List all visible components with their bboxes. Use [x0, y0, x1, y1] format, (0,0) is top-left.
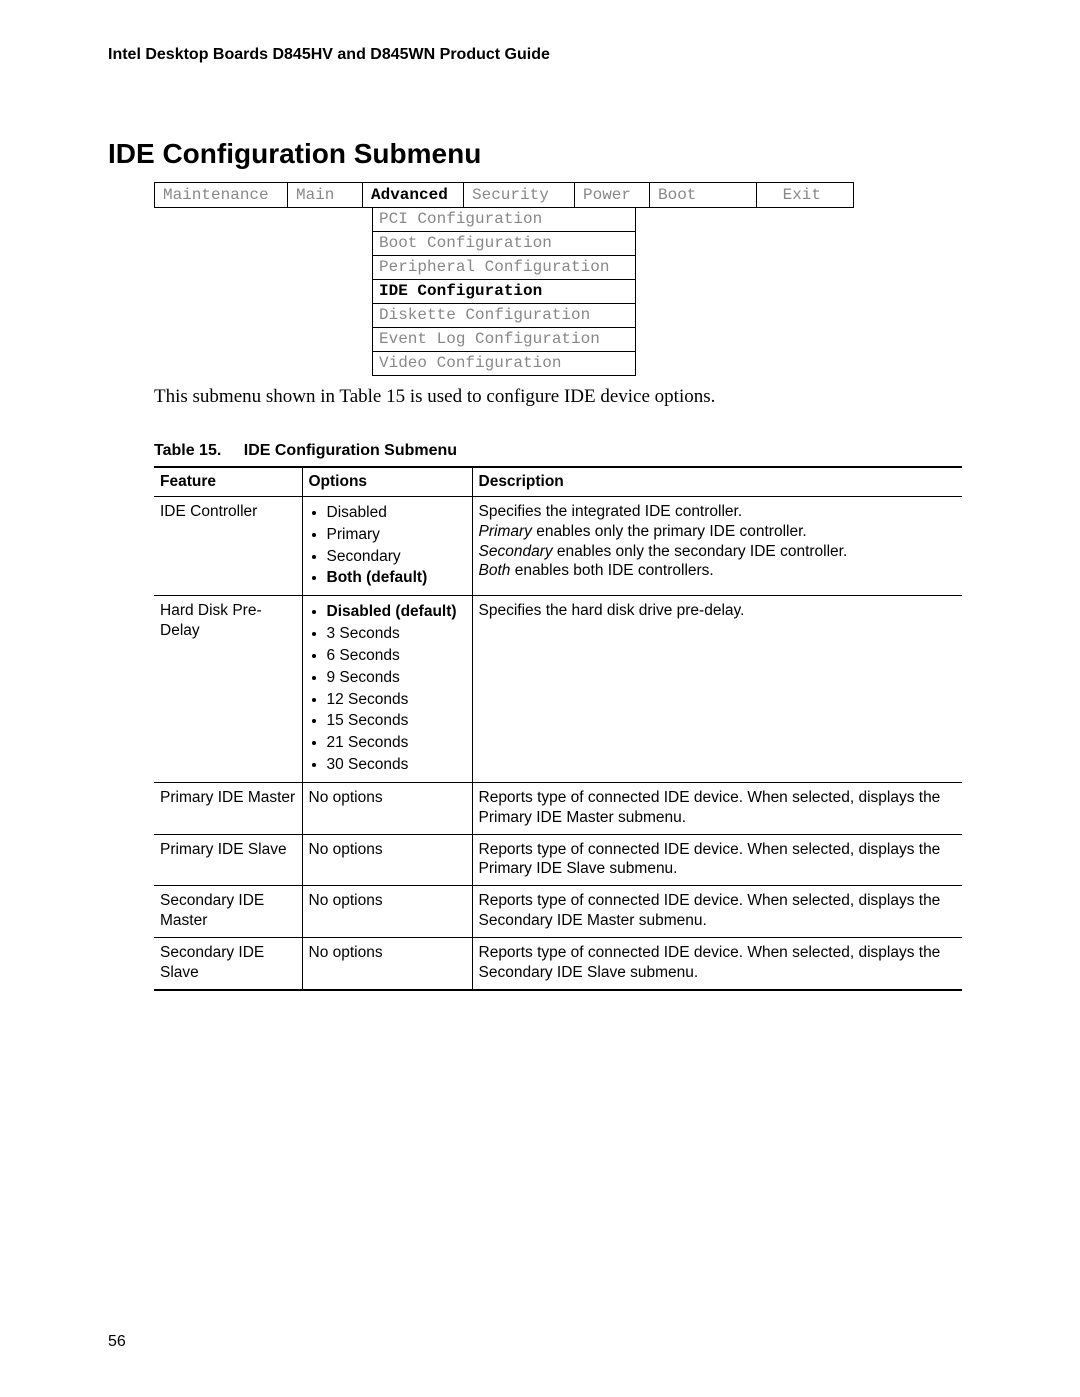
page-number: 56	[108, 1333, 126, 1351]
cell-feature: Hard Disk Pre-Delay	[154, 596, 302, 783]
opt-disabled: Disabled	[327, 502, 466, 524]
section-title: IDE Configuration Submenu	[108, 138, 972, 170]
opt-secondary: Secondary	[327, 546, 466, 568]
opt-primary: Primary	[327, 524, 466, 546]
bios-tab-main: Main	[288, 183, 363, 207]
opt-30s: 30 Seconds	[327, 754, 466, 776]
bios-sub-eventlog: Event Log Configuration	[373, 328, 635, 352]
config-table: Feature Options Description IDE Controll…	[154, 466, 962, 991]
bios-sub-ide: IDE Configuration	[373, 280, 635, 304]
cell-description: Reports type of connected IDE device. Wh…	[472, 937, 962, 989]
doc-header: Intel Desktop Boards D845HV and D845WN P…	[108, 46, 972, 64]
cell-description: Specifies the hard disk drive pre-delay.	[472, 596, 962, 783]
cell-options: No options	[302, 886, 472, 938]
row-primary-slave: Primary IDE Slave No options Reports typ…	[154, 834, 962, 886]
cell-description: Specifies the integrated IDE controller.…	[472, 497, 962, 596]
bios-submenu-list: PCI Configuration Boot Configuration Per…	[372, 208, 636, 376]
bios-tab-advanced: Advanced	[363, 183, 464, 207]
opt-21s: 21 Seconds	[327, 732, 466, 754]
options-list: Disabled (default) 3 Seconds 6 Seconds 9…	[309, 601, 466, 776]
opt-disabled-default: Disabled (default)	[327, 601, 466, 623]
table-header-row: Feature Options Description	[154, 467, 962, 497]
bios-tab-boot: Boot	[650, 183, 757, 207]
cell-feature: Secondary IDE Master	[154, 886, 302, 938]
row-ide-controller: IDE Controller Disabled Primary Secondar…	[154, 497, 962, 596]
cell-options: No options	[302, 937, 472, 989]
bios-tab-power: Power	[575, 183, 650, 207]
bios-menu-diagram: Maintenance Main Advanced Security Power…	[154, 182, 854, 376]
desc-secondary-term: Secondary	[479, 543, 553, 560]
cell-feature: Secondary IDE Slave	[154, 937, 302, 989]
cell-feature: IDE Controller	[154, 497, 302, 596]
table-caption: Table 15. IDE Configuration Submenu	[154, 442, 972, 460]
th-description: Description	[472, 467, 962, 497]
desc-line: Specifies the integrated IDE controller.	[479, 503, 743, 520]
cell-feature: Primary IDE Slave	[154, 834, 302, 886]
th-options: Options	[302, 467, 472, 497]
cell-description: Reports type of connected IDE device. Wh…	[472, 782, 962, 834]
bios-sub-boot: Boot Configuration	[373, 232, 635, 256]
opt-9s: 9 Seconds	[327, 667, 466, 689]
cell-feature: Primary IDE Master	[154, 782, 302, 834]
desc-primary-term: Primary	[479, 523, 532, 540]
th-feature: Feature	[154, 467, 302, 497]
opt-both-default: Both (default)	[327, 567, 466, 589]
cell-options: Disabled Primary Secondary Both (default…	[302, 497, 472, 596]
bios-tab-maintenance: Maintenance	[155, 183, 288, 207]
page: Intel Desktop Boards D845HV and D845WN P…	[0, 0, 1080, 1397]
table-number: Table 15.	[154, 442, 221, 459]
cell-options: Disabled (default) 3 Seconds 6 Seconds 9…	[302, 596, 472, 783]
desc-both-text: enables both IDE controllers.	[510, 562, 713, 579]
row-primary-master: Primary IDE Master No options Reports ty…	[154, 782, 962, 834]
desc-primary-text: enables only the primary IDE controller.	[532, 523, 807, 540]
bios-sub-peripheral: Peripheral Configuration	[373, 256, 635, 280]
opt-15s: 15 Seconds	[327, 710, 466, 732]
cell-options: No options	[302, 834, 472, 886]
bios-sub-video: Video Configuration	[373, 352, 635, 375]
cell-description: Reports type of connected IDE device. Wh…	[472, 886, 962, 938]
bios-sub-pci: PCI Configuration	[373, 208, 635, 232]
bios-tab-security: Security	[464, 183, 575, 207]
table-title: IDE Configuration Submenu	[244, 442, 457, 459]
opt-12s: 12 Seconds	[327, 689, 466, 711]
opt-6s: 6 Seconds	[327, 645, 466, 667]
desc-secondary-text: enables only the secondary IDE controlle…	[553, 543, 848, 560]
cell-options: No options	[302, 782, 472, 834]
row-secondary-slave: Secondary IDE Slave No options Reports t…	[154, 937, 962, 989]
bios-sub-diskette: Diskette Configuration	[373, 304, 635, 328]
intro-text: This submenu shown in Table 15 is used t…	[154, 386, 972, 408]
row-secondary-master: Secondary IDE Master No options Reports …	[154, 886, 962, 938]
row-predelay: Hard Disk Pre-Delay Disabled (default) 3…	[154, 596, 962, 783]
options-list: Disabled Primary Secondary Both (default…	[309, 502, 466, 589]
bios-tab-exit: Exit	[757, 183, 835, 207]
bios-tab-row: Maintenance Main Advanced Security Power…	[154, 182, 854, 208]
opt-3s: 3 Seconds	[327, 623, 466, 645]
desc-both-term: Both	[479, 562, 511, 579]
cell-description: Reports type of connected IDE device. Wh…	[472, 834, 962, 886]
